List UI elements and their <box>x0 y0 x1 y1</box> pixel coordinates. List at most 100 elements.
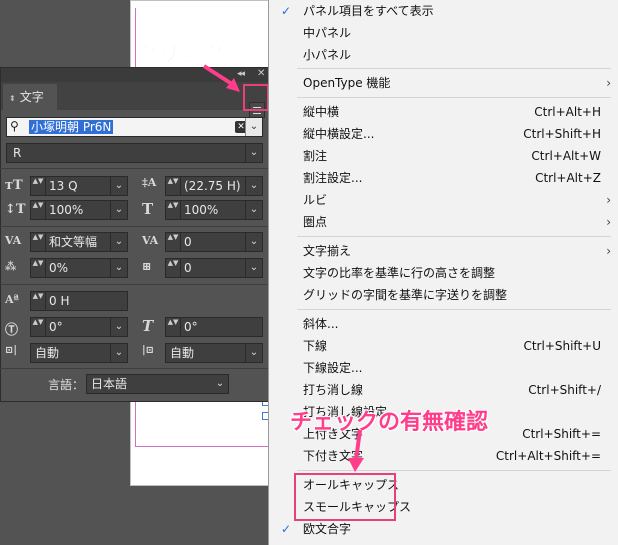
kerning-value: 和文等幅 <box>49 235 98 249</box>
panel-context-menu: ✓ パネル項目をすべて表示 中パネル 小パネル OpenType 機能 › 縦中横 C… <box>268 0 618 545</box>
kerning-field[interactable]: ▲▼ 和文等幅 ⌄ <box>30 232 128 252</box>
aki-before-icon: ⊡| <box>5 345 18 356</box>
chevron-down-icon[interactable]: ⌄ <box>110 233 127 251</box>
aki-after-icon: |⊡ <box>142 345 155 356</box>
chevron-down-icon[interactable]: ⌄ <box>212 375 228 393</box>
tsume-icon: ⁂ <box>5 260 17 273</box>
stepper-icon[interactable]: ▲▼ <box>31 201 46 219</box>
tsume-value: 0% <box>49 261 69 275</box>
divider <box>0 368 268 369</box>
stepper-icon[interactable]: ▲▼ <box>31 292 46 310</box>
close-icon[interactable]: ✕ <box>257 68 265 79</box>
tab-expand-icon: ⬍ <box>9 94 16 103</box>
horizontal-scale-field[interactable]: ▲▼ 100% ⌄ <box>165 200 263 220</box>
menu-item-subscript[interactable]: 下付き文字 Ctrl+Alt+Shift+= <box>269 445 618 467</box>
menu-separator <box>297 97 611 98</box>
language-value: 日本語 <box>91 377 128 391</box>
menu-item-opentype[interactable]: OpenType 機能 › <box>269 72 618 94</box>
stepper-icon[interactable]: ▲▼ <box>31 177 46 195</box>
stepper-icon[interactable]: ▲▼ <box>166 259 181 277</box>
chevron-down-icon[interactable]: ⌄ <box>110 177 127 195</box>
font-family-field[interactable]: ⚲ 小塚明朝 Pr6N ✕ ⌄ <box>6 117 263 137</box>
menu-item-warichu[interactable]: 割注 Ctrl+Alt+W <box>269 145 618 167</box>
leading-icon: ‡A <box>142 176 157 189</box>
leading-value: (22.75 H) <box>184 179 241 193</box>
chevron-down-icon[interactable]: ⌄ <box>110 344 127 362</box>
font-size-field[interactable]: ▲▼ 13 Q ⌄ <box>30 176 128 196</box>
vertical-scale-field[interactable]: ▲▼ 100% ⌄ <box>30 200 128 220</box>
font-style-value: R <box>13 146 22 160</box>
stepper-icon[interactable]: ▲▼ <box>166 201 181 219</box>
tracking-field[interactable]: ▲▼ 0 ⌄ <box>165 232 263 252</box>
chevron-down-icon[interactable]: ⌄ <box>245 144 262 162</box>
baseline-shift-field[interactable]: ▲▼ 0 H <box>30 291 128 311</box>
chevron-right-icon: › <box>606 76 611 90</box>
menu-item-strikethrough[interactable]: 打ち消し線 Ctrl+Shift+/ <box>269 379 618 401</box>
skew-field[interactable]: ▲▼ 0° <box>165 317 263 337</box>
kerning-icon: VA <box>5 234 22 247</box>
rotation-icon: Ⓣ <box>5 323 19 338</box>
menu-separator <box>297 236 611 237</box>
chevron-down-icon[interactable]: ⌄ <box>245 201 262 219</box>
check-icon: ✓ <box>281 522 292 536</box>
menu-item-medium-panel[interactable]: 中パネル <box>269 22 618 44</box>
menu-separator <box>297 309 611 310</box>
vertical-scale-icon: ↕T <box>5 202 26 217</box>
menu-item-tatechuyoko-settings[interactable]: 縦中横設定... Ctrl+Shift+H <box>269 123 618 145</box>
tsume-field[interactable]: ▲▼ 0% ⌄ <box>30 258 128 278</box>
chevron-right-icon: › <box>606 215 611 229</box>
chevron-down-icon[interactable]: ⌄ <box>245 259 262 277</box>
chevron-right-icon: › <box>606 193 611 207</box>
aki-before-value: 自動 <box>35 346 60 360</box>
chevron-down-icon[interactable]: ⌄ <box>245 233 262 251</box>
rotation-value: 0° <box>49 320 63 334</box>
caps-items-highlight <box>294 473 396 521</box>
aki-after-value: 自動 <box>170 346 195 360</box>
chevron-down-icon[interactable]: ⌄ <box>110 318 127 336</box>
char-spacing-icon: ⊞ <box>142 260 152 273</box>
language-select[interactable]: 日本語 ⌄ <box>86 374 229 394</box>
aki-after-select[interactable]: 自動 ⌄ <box>165 343 263 363</box>
menu-item-ligatures[interactable]: ✓ 欧文合字 <box>269 518 618 540</box>
divider <box>0 226 268 227</box>
font-style-select[interactable]: R ⌄ <box>6 143 263 163</box>
menu-item-kenten[interactable]: 圏点 › <box>269 211 618 233</box>
stepper-icon[interactable]: ▲▼ <box>31 318 46 336</box>
menu-item-small-panel[interactable]: 小パネル <box>269 44 618 66</box>
chevron-down-icon[interactable]: ⌄ <box>110 201 127 219</box>
stepper-icon[interactable]: ▲▼ <box>166 233 181 251</box>
menu-item-underline[interactable]: 下線 Ctrl+Shift+U <box>269 335 618 357</box>
skew-value: 0° <box>184 320 198 334</box>
aki-before-select[interactable]: 自動 ⌄ <box>30 343 128 363</box>
menu-item-tatechuyoko[interactable]: 縦中横 Ctrl+Alt+H <box>269 101 618 123</box>
divider <box>0 168 268 169</box>
stepper-icon[interactable]: ▲▼ <box>31 233 46 251</box>
tracking-value: 0 <box>184 235 192 249</box>
menu-item-underline-settings[interactable]: 下線設定... <box>269 357 618 379</box>
menu-item-ruby[interactable]: ルビ › <box>269 189 618 211</box>
menu-item-adjust-line-height[interactable]: 文字の比率を基準に行の高さを調整 <box>269 262 618 284</box>
rotation-field[interactable]: ▲▼ 0° ⌄ <box>30 317 128 337</box>
chevron-right-icon: › <box>606 244 611 258</box>
menu-item-character-alignment[interactable]: 文字揃え › <box>269 240 618 262</box>
chevron-down-icon[interactable]: ⌄ <box>245 118 262 136</box>
menu-item-italic[interactable]: 斜体... <box>269 313 618 335</box>
menu-item-show-all[interactable]: ✓ パネル項目をすべて表示 <box>269 0 618 22</box>
chevron-down-icon[interactable]: ⌄ <box>245 344 262 362</box>
char-spacing-field[interactable]: ▲▼ 0 ⌄ <box>165 258 263 278</box>
stepper-icon[interactable]: ▲▼ <box>166 318 181 336</box>
menu-item-warichu-settings[interactable]: 割注設定... Ctrl+Alt+Z <box>269 167 618 189</box>
check-icon: ✓ <box>281 4 292 18</box>
stepper-icon[interactable]: ▲▼ <box>31 259 46 277</box>
leading-field[interactable]: ▲▼ (22.75 H) ⌄ <box>165 176 263 196</box>
tracking-icon: VA <box>142 234 159 247</box>
tab-label: 文字 <box>19 90 44 104</box>
menu-item-adjust-grid-spacing[interactable]: グリッドの字間を基準に字送りを調整 <box>269 284 618 306</box>
annotation-arrow-icon <box>348 429 364 472</box>
stepper-icon[interactable]: ▲▼ <box>166 177 181 195</box>
chevron-down-icon[interactable]: ⌄ <box>245 177 262 195</box>
chevron-down-icon[interactable]: ⌄ <box>110 259 127 277</box>
horizontal-scale-icon: T <box>142 200 154 218</box>
search-icon: ⚲ <box>10 119 19 133</box>
tab-character[interactable]: ⬍ 文字 <box>3 84 57 110</box>
